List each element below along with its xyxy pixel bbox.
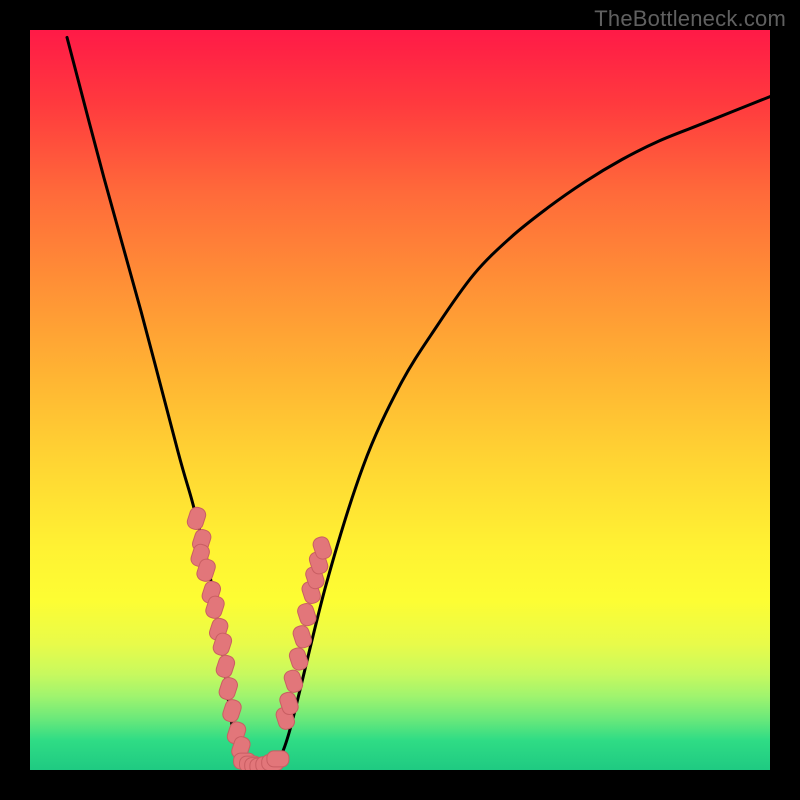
gradient-plot-area (30, 30, 770, 770)
marker (214, 653, 236, 679)
marker (267, 751, 289, 767)
watermark-text: TheBottleneck.com (594, 6, 786, 32)
marker (185, 505, 207, 531)
v-curve (67, 37, 770, 766)
bottleneck-curve-svg (30, 30, 770, 770)
chart-frame: TheBottleneck.com (0, 0, 800, 800)
marker (217, 676, 239, 702)
marker (221, 698, 243, 724)
curve-markers (185, 505, 333, 770)
